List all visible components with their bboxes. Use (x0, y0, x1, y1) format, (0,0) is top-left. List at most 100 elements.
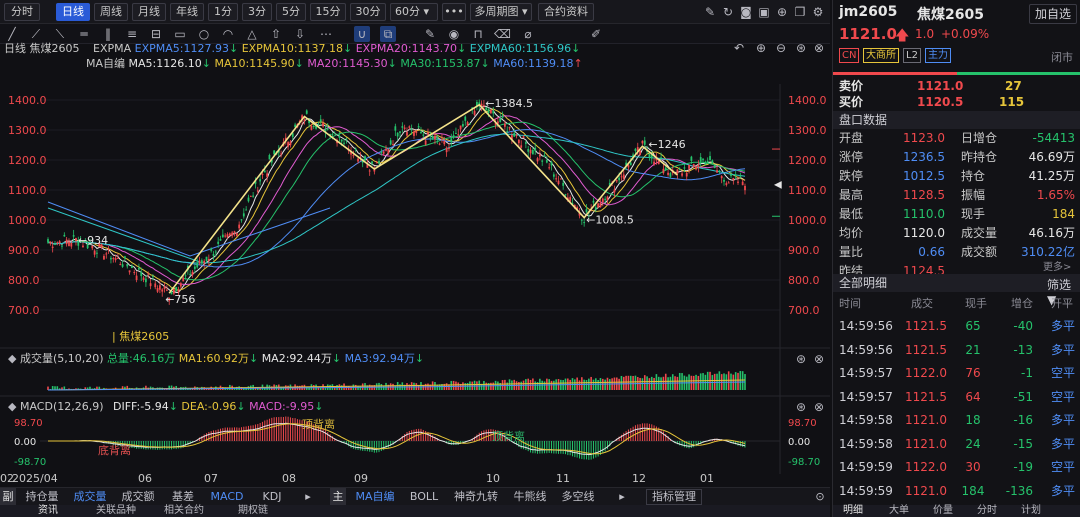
pen-icon[interactable]: ✐ (588, 26, 604, 42)
candle-body (54, 243, 56, 245)
candle-body (198, 260, 201, 264)
candle-body (634, 148, 637, 151)
arrow-down-tool-icon[interactable]: ⇩ (292, 26, 308, 42)
undo-icon[interactable]: ↶ (734, 41, 744, 55)
macd-diff: DIFF:-5.94 (113, 400, 169, 413)
tab-open-interest[interactable]: 持仓量 (20, 488, 64, 506)
zoom-icon[interactable]: ⊕ (774, 4, 790, 20)
tab-kdj[interactable]: KDJ (254, 488, 290, 506)
tab-td-sequential[interactable]: 神奇九转 (448, 488, 504, 506)
period-dropdown-60min[interactable]: 60分 ▾ (390, 3, 438, 21)
period-tab-daily[interactable]: 日线 (56, 3, 90, 21)
tab-ma-custom[interactable]: MA自编 (350, 488, 400, 506)
zoom-in-icon[interactable]: ⊕ (756, 41, 766, 55)
period-tab-weekly[interactable]: 周线 (94, 3, 128, 21)
period-tab-15min[interactable]: 15分 (310, 3, 346, 21)
arc-tool-icon[interactable]: ◠ (220, 26, 236, 42)
arrow-down-icon: ↓ (236, 400, 246, 413)
tab-boll[interactable]: BOLL (404, 488, 444, 506)
more-tools-icon[interactable]: ⋯ (318, 26, 334, 42)
bottom-tab-related[interactable]: 关联品种 (96, 505, 136, 517)
refresh-icon[interactable]: ↻ (720, 4, 736, 20)
window-icon[interactable]: ❐ (792, 4, 808, 20)
copy-icon[interactable]: ⧉ (380, 26, 396, 42)
trade-cell: 64 (965, 389, 981, 404)
fib-tool-icon[interactable]: ⊟ (148, 26, 164, 42)
period-tab-5min[interactable]: 5分 (276, 3, 306, 21)
edit-icon[interactable]: ✎ (422, 26, 438, 42)
bottom-tab-plan[interactable]: 计划 (1021, 505, 1041, 517)
period-tab-yearly[interactable]: 年线 (170, 3, 204, 21)
period-tab-1min[interactable]: 1分 (208, 3, 238, 21)
volume-settings-icon[interactable]: ⊛ (796, 352, 806, 366)
lock-icon[interactable]: ⊓ (470, 26, 486, 42)
macd-close-icon[interactable]: ⊗ (814, 400, 824, 414)
tab-macd[interactable]: MACD (206, 488, 248, 506)
arrow-down-icon: ↓ (331, 352, 342, 365)
kline-chart[interactable]: 1400.0 1400.0 1300.0 1300.0 1200.0 1200.0 1100… (0, 44, 830, 484)
bottom-tab-detail[interactable]: 明细 (843, 505, 863, 517)
tab-bull-bear-line[interactable]: 牛熊线 (508, 488, 552, 506)
zoom-out-icon[interactable]: ⊖ (776, 41, 786, 55)
candle-body (58, 241, 61, 244)
volume-bar (634, 375, 637, 390)
hline-tool-icon[interactable]: ═ (76, 26, 92, 42)
candle-body (121, 264, 124, 267)
close-icon[interactable]: ⊗ (814, 41, 824, 55)
candle-body (618, 177, 621, 181)
indicator-management-button[interactable]: 指标管理 (646, 489, 702, 505)
ray-tool-icon[interactable]: ⟋ (28, 26, 44, 42)
volume-close-icon[interactable]: ⊗ (814, 352, 824, 366)
draw-icon[interactable]: ✎ (702, 4, 718, 20)
channel-tool-icon[interactable]: ≡ (124, 26, 140, 42)
collapse-icon[interactable]: ◆ (8, 400, 16, 413)
trade-cell: 1122.0 (905, 460, 947, 474)
delete-icon[interactable]: ⌫ (494, 26, 511, 42)
layout-icon[interactable]: ▣ (756, 4, 772, 20)
bottom-tab-options[interactable]: 期权链 (238, 505, 268, 517)
bottom-tab-big-order[interactable]: 大单 (889, 505, 909, 517)
tab-volume[interactable]: 成交量 (68, 488, 112, 506)
period-tab-30min[interactable]: 30分 (350, 3, 386, 21)
period-tab-3min[interactable]: 3分 (242, 3, 272, 21)
line-tool-icon[interactable]: ╱ (4, 26, 20, 42)
tab-scroll-right-icon[interactable]: ▸ (300, 488, 316, 506)
arrow-up-tool-icon[interactable]: ⇧ (268, 26, 284, 42)
trade-cell: 14:59:58 (839, 436, 893, 451)
tab-long-short-line[interactable]: 多空线 (556, 488, 600, 506)
eye-icon[interactable]: ◉ (446, 26, 462, 42)
more-link[interactable]: 更多> (1043, 258, 1071, 273)
more-button[interactable]: ••• (442, 3, 466, 21)
add-watchlist-button[interactable]: 加自选 (1029, 4, 1077, 24)
camera-icon[interactable]: ◙ (738, 4, 754, 20)
circle-tool-icon[interactable]: ○ (196, 26, 212, 42)
contract-info-button[interactable]: 合约资料 (538, 3, 594, 21)
price-tick-right: 900.0 (788, 244, 820, 257)
arrow-down-icon: ↓ (414, 352, 425, 365)
location-icon[interactable]: ⊙ (812, 488, 828, 506)
bottom-tab-intraday[interactable]: 分时 (977, 505, 997, 517)
tab-scroll-right-icon[interactable]: ▸ (614, 488, 630, 506)
macd-settings-icon[interactable]: ⊛ (796, 400, 806, 414)
tab-turnover[interactable]: 成交额 (116, 488, 160, 506)
magnet-icon[interactable]: ∪ (354, 26, 370, 42)
collapse-icon[interactable]: ◆ (8, 352, 16, 365)
bottom-tab-contracts[interactable]: 相关合约 (164, 505, 204, 517)
legend-expma-label: EXPMA (93, 42, 132, 55)
vline-tool-icon[interactable]: ‖ (100, 26, 116, 42)
rect-tool-icon[interactable]: ▭ (172, 26, 188, 42)
settings-icon[interactable]: ⊛ (796, 41, 806, 55)
segment-tool-icon[interactable]: ⟍ (52, 26, 68, 42)
bottom-tab-news[interactable]: 资讯 (38, 505, 58, 517)
volume-bar (543, 381, 546, 390)
tab-basis[interactable]: 基差 (164, 488, 202, 506)
triangle-tool-icon[interactable]: △ (244, 26, 260, 42)
multi-period-button[interactable]: 多周期图 ▾ (470, 3, 532, 21)
period-tab-intraday[interactable]: 分时 (4, 3, 40, 21)
trade-row: 14:59:56 1121.5 65 -40 多平 (833, 316, 1080, 336)
bottom-tab-price-volume[interactable]: 价量 (933, 505, 953, 517)
settings-icon[interactable]: ⚙ (810, 4, 826, 20)
eraser-icon[interactable]: ⌀ (520, 26, 536, 42)
market-data-header: 盘口数据 (833, 111, 1080, 129)
period-tab-monthly[interactable]: 月线 (132, 3, 166, 21)
